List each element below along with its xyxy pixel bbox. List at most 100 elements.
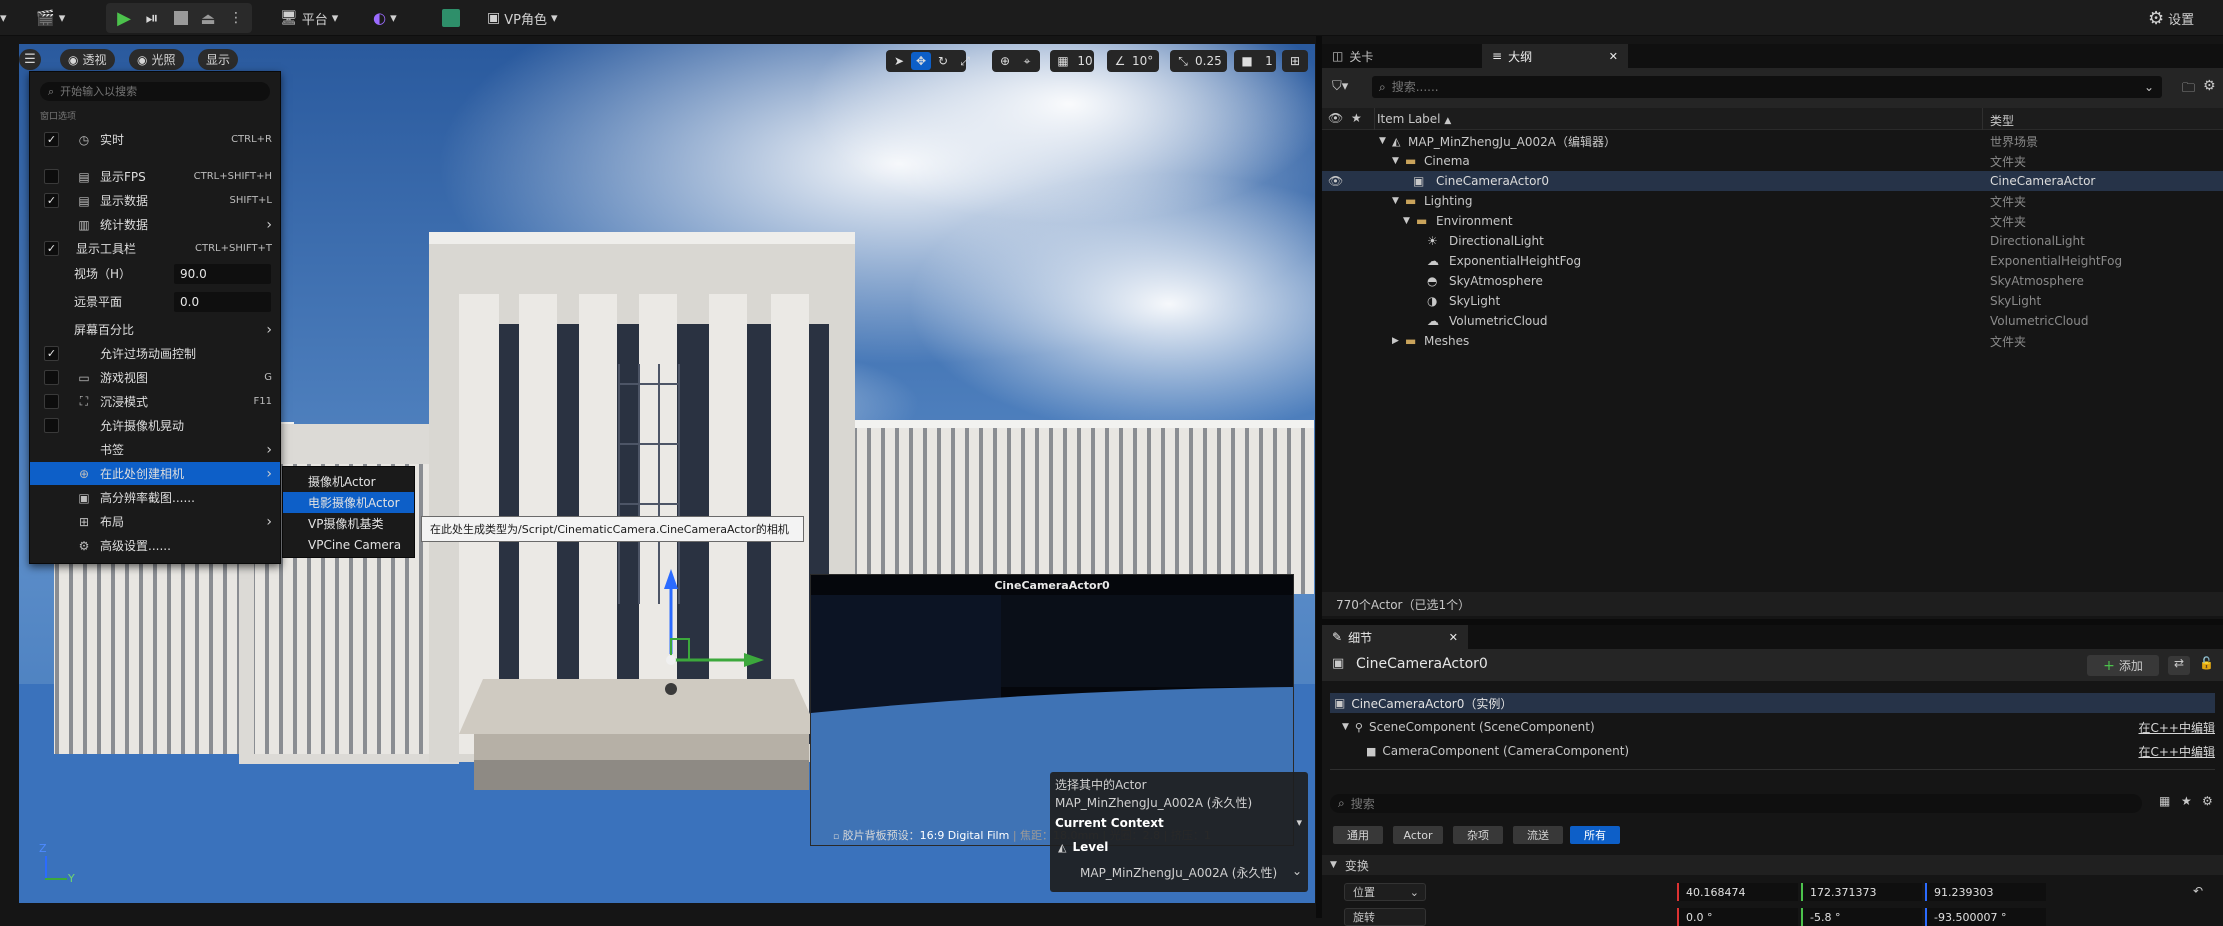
outliner-search-input[interactable] xyxy=(1391,80,2122,94)
scale-tool-icon[interactable]: ⤢ xyxy=(955,52,975,70)
location-mode-dropdown[interactable]: 位置 ⌄ xyxy=(1344,883,1426,901)
viewport-options-button[interactable]: ☰ xyxy=(19,49,41,70)
menu-item-bookmarks[interactable]: 书签 › xyxy=(30,438,280,461)
expand-icon[interactable]: ▼ xyxy=(1392,156,1399,166)
close-icon[interactable]: ✕ xyxy=(1449,631,1458,644)
pinned-column-icon[interactable]: ★ xyxy=(1351,111,1362,125)
menu-item-show-fps[interactable]: ▤ 显示FPS CTRL+SHIFT+H xyxy=(30,165,280,188)
checkbox-icon[interactable] xyxy=(44,418,59,433)
cinematics-button[interactable]: 🎬 ▾ xyxy=(36,5,65,31)
tree-row-sky-light[interactable]: ◑ SkyLight SkyLight xyxy=(1322,291,2223,311)
column-header-label[interactable]: Item Label ▲ xyxy=(1374,112,1451,126)
menu-item-high-res-screenshot[interactable]: ▣ 高分辨率截图...... xyxy=(30,486,280,509)
translate-tool-icon[interactable]: ✥ xyxy=(911,52,931,70)
tree-row-meshes[interactable]: ▶ ▬ Meshes 文件夹 xyxy=(1322,331,2223,351)
menu-item-layout[interactable]: ⊞ 布局 › xyxy=(30,510,280,533)
menu-item-screen-percentage[interactable]: 屏幕百分比 › xyxy=(30,318,280,341)
grid-snap-button[interactable]: ▦ 10 xyxy=(1050,50,1094,72)
tree-row-map[interactable]: ▼ ◭ MAP_MinZhengJu_A002A（编辑器） 世界场景 xyxy=(1322,131,2223,151)
menu-item-create-camera[interactable]: ⊕ 在此处创建相机 › xyxy=(30,462,280,485)
expand-icon[interactable]: ▼ xyxy=(1342,722,1349,732)
checkbox-icon[interactable]: ✓ xyxy=(44,346,59,361)
far-plane-field[interactable]: 0.0 xyxy=(174,291,271,312)
add-folder-icon[interactable]: 🗀 xyxy=(2182,79,2195,101)
add-component-button[interactable]: + 添加 xyxy=(2087,655,2159,676)
visibility-icon[interactable]: 👁 xyxy=(1328,174,1343,188)
blueprint-icon[interactable]: ⇄ xyxy=(2168,656,2190,675)
scale-snap-button[interactable]: ⤡ 0.25 xyxy=(1170,50,1227,72)
play-icon[interactable]: ▶ xyxy=(114,7,134,29)
rotation-x-field[interactable]: 0.0 ° xyxy=(1677,908,1798,926)
lock-icon[interactable]: 🔓 xyxy=(2199,656,2214,670)
gear-icon[interactable]: ⚙ xyxy=(2203,78,2216,94)
tree-row-height-fog[interactable]: ☁ ExponentialHeightFog ExponentialHeight… xyxy=(1322,251,2223,271)
location-x-field[interactable]: 40.168474 xyxy=(1677,883,1798,901)
level-select[interactable]: MAP_MinZhengJu_A002A (永久性) ⌄ xyxy=(1080,864,1302,881)
settings-button[interactable]: ⚙ 设置 xyxy=(2148,5,2194,31)
tab-details[interactable]: ✎ 细节 ✕ xyxy=(1322,625,1468,649)
tree-row-directional-light[interactable]: ☀ DirectionalLight DirectionalLight xyxy=(1322,231,2223,251)
edit-in-cpp-link[interactable]: 在C++中编辑 xyxy=(2139,743,2216,760)
content-browser-button[interactable] xyxy=(442,5,460,31)
modes-button[interactable]: ◐ ▾ xyxy=(373,5,397,31)
rotation-y-field[interactable]: -5.8 ° xyxy=(1801,908,1922,926)
toolbar-menu-dropdown[interactable]: ▾ xyxy=(0,5,7,31)
close-icon[interactable]: ✕ xyxy=(1609,50,1618,63)
submenu-camera-actor[interactable]: 摄像机Actor xyxy=(283,471,414,492)
visibility-column-icon[interactable]: 👁 xyxy=(1328,111,1343,125)
panel-splitter-horizontal[interactable] xyxy=(1322,619,2223,625)
tree-row-cinecamera[interactable]: 👁 ▣ CineCameraActor0 CineCameraActor xyxy=(1322,171,2223,191)
details-search-input[interactable] xyxy=(1350,796,2111,811)
collapse-icon[interactable]: ▶ xyxy=(1392,336,1399,346)
checkbox-icon[interactable] xyxy=(44,169,59,184)
layout-button[interactable]: ⊞ xyxy=(1282,50,1308,72)
checkbox-icon[interactable] xyxy=(44,370,59,385)
menu-item-cinematic-control[interactable]: ✓ 允许过场动画控制 xyxy=(30,342,280,365)
filter-icon[interactable]: ⛉▾ xyxy=(1332,79,1348,94)
submenu-vp-camera-base[interactable]: VP摄像机基类 xyxy=(283,513,414,534)
component-row-camera[interactable]: ■ CameraComponent (CameraComponent) 在C++… xyxy=(1330,741,2215,761)
menu-item-realtime[interactable]: ✓ ◷ 实时 CTRL+R xyxy=(30,128,280,151)
grid-view-icon[interactable]: ▦ xyxy=(2159,794,2170,808)
step-icon[interactable]: ⏯ xyxy=(142,7,162,29)
camera-speed-button[interactable]: ■ 1 xyxy=(1234,50,1276,72)
expand-icon[interactable]: ▼ xyxy=(1330,860,1337,870)
filter-general-button[interactable]: 通用 xyxy=(1333,826,1383,844)
tree-row-volumetric-cloud[interactable]: ☁ VolumetricCloud VolumetricCloud xyxy=(1322,311,2223,331)
vp-role-button[interactable]: ▣ VP角色 ▾ xyxy=(487,5,558,31)
eject-icon[interactable]: ⏏ xyxy=(198,7,218,29)
checkbox-icon[interactable]: ✓ xyxy=(44,132,59,147)
checkbox-icon[interactable] xyxy=(44,394,59,409)
checkbox-icon[interactable]: ✓ xyxy=(44,241,59,256)
rotate-snap-button[interactable]: ∠ 10° xyxy=(1107,50,1159,72)
tab-levels[interactable]: ◫ 关卡 xyxy=(1322,44,1482,68)
expand-icon[interactable]: ▼ xyxy=(1379,136,1386,146)
star-icon[interactable]: ★ xyxy=(2181,794,2192,808)
menu-item-show-toolbar[interactable]: ✓ 显示工具栏 CTRL+SHIFT+T xyxy=(30,237,280,260)
menu-item-game-view[interactable]: ▭ 游戏视图 G xyxy=(30,366,280,389)
menu-search[interactable]: ⌕ xyxy=(40,82,270,101)
details-search[interactable]: ⌕ xyxy=(1330,794,2142,813)
tree-row-lighting[interactable]: ▼ ▬ Lighting 文件夹 xyxy=(1322,191,2223,211)
outliner-search[interactable]: ⌕ ⌄ xyxy=(1372,76,2162,98)
panel-splitter[interactable] xyxy=(1316,36,1322,918)
expand-icon[interactable]: ▼ xyxy=(1392,196,1399,206)
stop-icon[interactable] xyxy=(174,11,188,25)
column-header-type[interactable]: 类型 xyxy=(1990,112,2014,129)
tab-outliner[interactable]: ≡ 大纲 ✕ xyxy=(1482,44,1628,68)
gear-icon[interactable]: ⚙ xyxy=(2202,794,2213,808)
reset-icon[interactable]: ↶ xyxy=(2193,884,2203,898)
location-z-field[interactable]: 91.239303 xyxy=(1925,883,2046,901)
tree-row-environment[interactable]: ▼ ▬ Environment 文件夹 xyxy=(1322,211,2223,231)
surface-snap-icon[interactable]: ⌖ xyxy=(1017,52,1037,70)
tree-row-sky-atmosphere[interactable]: ◓ SkyAtmosphere SkyAtmosphere xyxy=(1322,271,2223,291)
rotation-z-field[interactable]: -93.500007 ° xyxy=(1925,908,2046,926)
world-icon[interactable]: ⊕ xyxy=(995,52,1015,70)
chevron-down-icon[interactable]: ▾ xyxy=(1296,816,1302,829)
expand-icon[interactable]: ▼ xyxy=(1403,216,1410,226)
filter-all-button[interactable]: 所有 xyxy=(1570,826,1620,844)
rotation-mode-dropdown[interactable]: 旋转 xyxy=(1344,908,1426,926)
menu-item-immersive[interactable]: ⛶ 沉浸模式 F11 xyxy=(30,390,280,413)
show-button[interactable]: 显示 xyxy=(198,49,239,70)
submenu-vpcine-camera[interactable]: VPCine Camera xyxy=(283,534,414,555)
